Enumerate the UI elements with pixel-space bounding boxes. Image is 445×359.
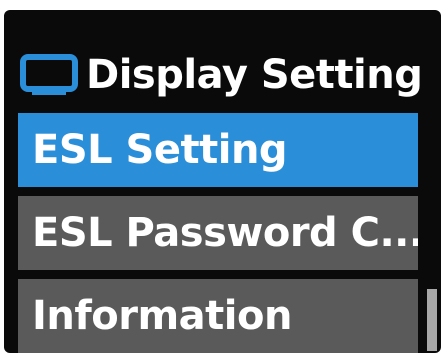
menu-item-information[interactable]: Information [18,279,418,353]
screen-header: Display Setting [20,44,430,106]
menu-item-esl-setting[interactable]: ESL Setting [18,113,418,187]
menu-item-esl-password[interactable]: ESL Password C... [18,196,418,270]
screen-title: Display Setting [86,52,423,98]
device-screen: Display Setting ESL Setting ESL Password… [4,10,441,353]
monitor-icon [20,54,78,96]
scrollbar[interactable] [427,289,437,351]
